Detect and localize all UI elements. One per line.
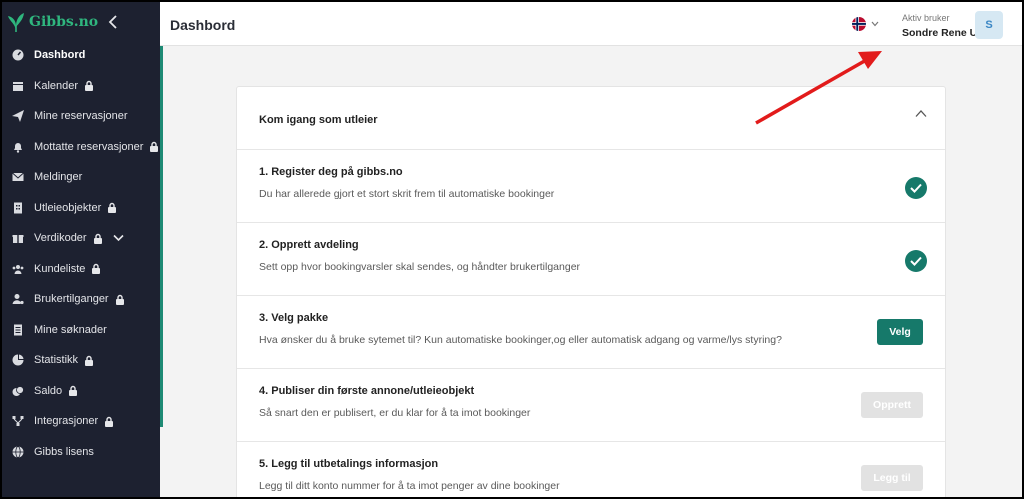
paper-plane-icon	[12, 110, 24, 123]
onboarding-step: 3. Velg pakke Hva ønsker du å bruke syte…	[237, 296, 945, 369]
sidebar-item-label: Statistikk	[34, 354, 79, 367]
sidebar-item-label: Meldinger	[34, 171, 83, 184]
sidebar-item-label: Kalender	[34, 79, 79, 92]
active-user-caption: Aktiv bruker	[902, 13, 950, 23]
step-title: 3. Velg pakke	[259, 312, 329, 324]
sidebar-item-meldinger[interactable]: Meldinger	[2, 162, 160, 193]
sidebar-item-label: Mine reservasjoner	[34, 110, 128, 123]
sidebar-item-statistikk[interactable]: Statistikk	[2, 345, 160, 376]
envelope-icon	[12, 172, 24, 182]
step-description: Sett opp hvor bookingvarsler skal sendes…	[259, 261, 581, 273]
sidebar-item-kalender[interactable]: Kalender	[2, 71, 160, 102]
opprett-button[interactable]: Opprett	[861, 392, 923, 418]
chevron-up-icon[interactable]	[915, 109, 927, 118]
sidebar-item-mottatte-reservasjoner[interactable]: Mottatte reservasjoner	[2, 132, 160, 163]
top-header: Dashbord Aktiv bruker Sondre Rene Ulr S	[160, 2, 1022, 46]
onboarding-step: 1. Register deg på gibbs.no Du har aller…	[237, 150, 945, 223]
lock-icon	[150, 142, 159, 153]
norway-flag-icon	[852, 17, 866, 31]
network-icon	[12, 416, 24, 427]
user-cog-icon	[12, 294, 24, 305]
sidebar-item-label: Verdikoder	[34, 232, 87, 245]
building-icon	[14, 202, 22, 214]
avatar[interactable]: S	[975, 11, 1003, 39]
step-description: Legg til ditt konto nummer for å ta imot…	[259, 480, 560, 492]
sidebar-item-utleieobjekter[interactable]: Utleieobjekter	[2, 193, 160, 224]
chevron-down-icon[interactable]	[113, 234, 124, 242]
brand-name: Gibbs.no	[29, 14, 99, 30]
lock-icon	[108, 203, 117, 214]
sidebar-item-brukertilganger[interactable]: Brukertilganger	[2, 284, 160, 315]
page-title: Dashbord	[170, 17, 236, 33]
gibbs-logo-icon	[8, 13, 24, 32]
calendar-icon	[13, 81, 23, 91]
sidebar-item-label: Brukertilganger	[34, 293, 109, 306]
step-title: 1. Register deg på gibbs.no	[259, 166, 403, 178]
lock-icon	[105, 416, 114, 427]
onboarding-step: 2. Opprett avdeling Sett opp hvor bookin…	[237, 223, 945, 296]
app-window: Gibbs.no Dashbord Kalender Mine reservas…	[2, 2, 1022, 497]
sidebar-item-label: Mottatte reservasjoner	[34, 140, 144, 153]
gift-icon	[12, 235, 24, 244]
language-selector[interactable]	[852, 17, 879, 31]
onboarding-card: Kom igang som utleier 1. Register deg på…	[236, 86, 946, 497]
sidebar-item-kundeliste[interactable]: Kundeliste	[2, 254, 160, 285]
check-icon	[905, 177, 927, 199]
sidebar-item-saldo[interactable]: Saldo	[2, 376, 160, 407]
sidebar-item-label: Integrasjoner	[34, 415, 99, 428]
velg-button[interactable]: Velg	[877, 319, 923, 345]
legg-til-button[interactable]: Legg til	[861, 465, 923, 491]
sidebar-item-label: Saldo	[34, 384, 63, 397]
pie-chart-icon	[12, 354, 24, 366]
sidebar-item-dashbord[interactable]: Dashbord	[2, 40, 160, 71]
sidebar-item-integrasjoner[interactable]: Integrasjoner	[2, 406, 160, 437]
document-icon	[14, 324, 22, 336]
lock-icon	[85, 81, 94, 92]
sidebar-item-mine-soknader[interactable]: Mine søknader	[2, 315, 160, 346]
lock-icon	[69, 386, 78, 397]
lock-icon	[93, 233, 102, 244]
lock-icon	[115, 294, 124, 305]
onboarding-title: Kom igang som utleier	[259, 114, 378, 126]
onboarding-card-header[interactable]: Kom igang som utleier	[237, 87, 945, 150]
check-icon	[905, 250, 927, 272]
sidebar-item-label: Utleieobjekter	[34, 201, 102, 214]
chevron-down-icon	[871, 21, 879, 27]
step-title: 2. Opprett avdeling	[259, 239, 359, 251]
step-title: 4. Publiser din første annone/utleieobje…	[259, 385, 475, 397]
step-description: Så snart den er publisert, er du klar fo…	[259, 407, 531, 419]
onboarding-step: 5. Legg til utbetalings informasjon Legg…	[237, 442, 945, 497]
step-title: 5. Legg til utbetalings informasjon	[259, 458, 439, 470]
step-description: Hva ønsker du å bruke sytemet til? Kun a…	[259, 334, 782, 346]
sidebar: Gibbs.no Dashbord Kalender Mine reservas…	[2, 2, 163, 497]
sidebar-accent-bar	[160, 42, 163, 427]
dashboard-icon	[12, 49, 24, 61]
sidebar-item-label: Kundeliste	[34, 262, 86, 275]
sidebar-item-mine-reservasjoner[interactable]: Mine reservasjoner	[2, 101, 160, 132]
sidebar-nav: Dashbord Kalender Mine reservasjoner Mot…	[2, 40, 160, 467]
active-user-name[interactable]: Sondre Rene Ulr	[902, 27, 984, 39]
coins-icon	[12, 385, 24, 396]
sidebar-item-verdikoder[interactable]: Verdikoder	[2, 223, 160, 254]
sidebar-item-label: Gibbs lisens	[34, 445, 94, 458]
sidebar-item-label: Mine søknader	[34, 323, 107, 336]
lock-icon	[92, 264, 101, 275]
sidebar-item-gibbs-lisens[interactable]: Gibbs lisens	[2, 437, 160, 468]
brand[interactable]: Gibbs.no	[6, 10, 98, 34]
bell-icon	[14, 142, 22, 153]
onboarding-step: 4. Publiser din første annone/utleieobje…	[237, 369, 945, 442]
lock-icon	[85, 355, 94, 366]
collapse-sidebar-chevron-icon[interactable]	[106, 14, 120, 30]
sidebar-item-label: Dashbord	[34, 49, 86, 62]
users-icon	[12, 264, 24, 274]
globe-icon	[12, 445, 24, 458]
step-description: Du har allerede gjort et stort skrit fre…	[259, 188, 555, 200]
